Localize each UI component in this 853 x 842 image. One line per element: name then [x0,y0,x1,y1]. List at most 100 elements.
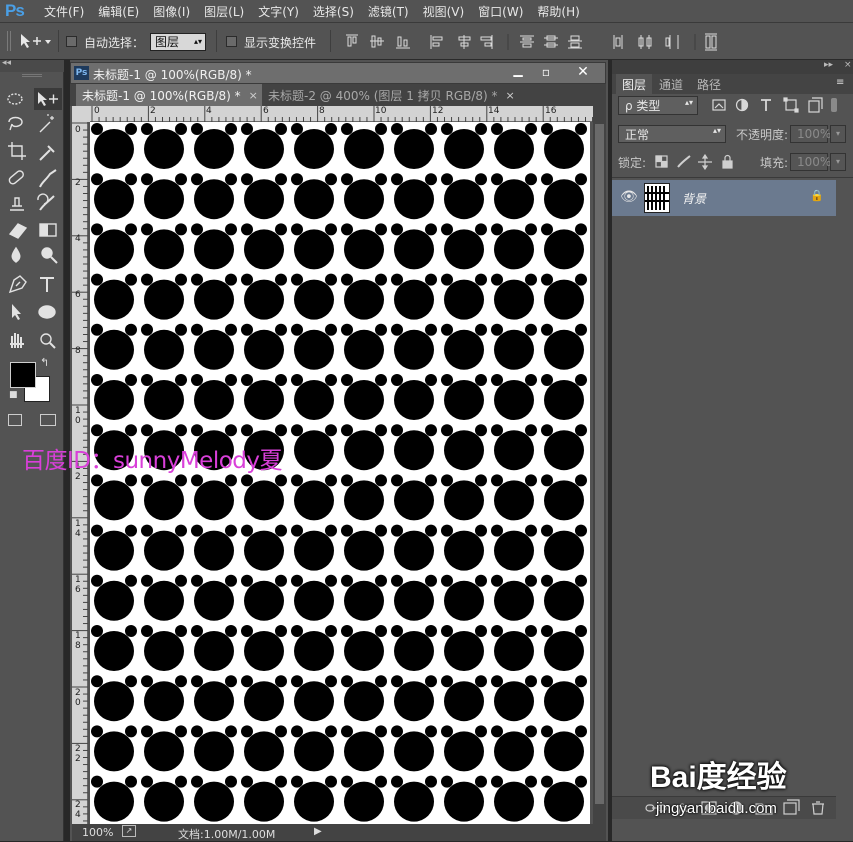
bear-head-shape [391,424,437,471]
menu-type[interactable]: 文字(Y) [258,3,299,20]
align-distribute-buttons[interactable] [340,33,840,51]
lock-icon: 🔒 [810,189,824,202]
menu-view[interactable]: 视图(V) [423,3,465,20]
menu-image[interactable]: 图像(I) [153,3,190,20]
menu-edit[interactable]: 编辑(E) [98,3,139,20]
bear-head-shape [541,273,587,320]
bear-head-shape [191,524,237,571]
lock-buttons[interactable] [654,154,736,170]
tab-document-2[interactable]: 未标题-2 @ 400% (图层 1 拷贝 RGB/8) * × [262,84,518,106]
chevron-down-icon[interactable]: ▾ [830,153,846,171]
menu-window[interactable]: 窗口(W) [478,3,523,20]
bear-head-shape [541,173,587,220]
chevron-down-icon[interactable]: ▾ [830,125,846,143]
bear-head-shape [491,273,537,320]
opacity-value: 100% [797,127,832,141]
status-bar: 100% ↗ 文档:1.00M/1.00M ▶ [72,824,606,841]
bear-head-shape [291,775,337,822]
auto-select-checkbox[interactable] [66,36,77,47]
bear-head-shape [441,173,487,220]
document-window-title: 未标题-1 @ 100%(RGB/8) * [93,68,252,82]
share-icon[interactable]: ↗ [122,825,136,837]
tools-panel-grip[interactable]: ◂◂ [0,58,64,72]
magic-wand-icon [39,114,54,133]
bear-head-shape [291,223,337,270]
document-size: 文档:1.00M/1.00M [178,828,276,841]
bear-head-shape [491,524,537,571]
bear-head-shape [541,775,587,822]
ruler-v-label: 1 6 [75,575,81,595]
bear-head-shape [291,273,337,320]
dodge-tool-icon [41,247,58,264]
bear-head-shape [541,424,587,471]
document-titlebar[interactable]: Ps 未标题-1 @ 100%(RGB/8) * ▁ ▫ ✕ [70,62,606,84]
menu-help[interactable]: 帮助(H) [537,3,579,20]
menu-filter[interactable]: 滤镜(T) [368,3,409,20]
bear-head-shape [241,474,287,521]
panel-grip[interactable]: ▸▸ × [612,60,853,74]
bear-head-shape [341,725,387,772]
status-menu-arrow-icon[interactable]: ▶ [314,826,322,837]
bear-head-shape [391,574,437,621]
close-icon[interactable]: × [506,89,515,102]
maximize-icon[interactable]: ▫ [533,65,559,83]
options-grip[interactable] [4,27,14,55]
layer-filter-kind[interactable]: ρ 类型 ▴▾ [618,96,698,115]
bear-head-shape [141,123,187,169]
opacity-input[interactable]: 100% [790,125,832,143]
ruler-horizontal[interactable]: 0 2 4 6 8 10 12 14 16 [90,106,593,122]
tab-layers[interactable]: 图层 [616,74,652,94]
ruler-v-label: 2 4 [75,800,81,820]
menu-file[interactable]: 文件(F) [44,3,84,20]
bear-head-shape [141,675,187,722]
bear-head-shape [291,323,337,370]
baidu-id-watermark: 百度ID：sunnyMelody夏 [22,448,283,474]
layer-row-background[interactable]: 👁 背景 🔒 [612,180,836,216]
zoom-level[interactable]: 100% [82,826,113,839]
swap-colors-icon[interactable]: ↰ [40,356,49,369]
tab-channels[interactable]: 通道 [652,74,690,94]
quick-mask-icon[interactable] [8,414,22,426]
scrollbar-thumb[interactable] [595,124,604,804]
close-icon[interactable]: × [249,89,258,102]
tab-paths[interactable]: 路径 [690,74,728,94]
screen-mode-icon[interactable] [40,414,56,426]
show-transform-checkbox[interactable] [226,36,237,47]
foreground-color-swatch[interactable] [10,362,36,388]
layer-filter-buttons[interactable] [710,96,840,116]
panel-menu-icon[interactable]: ≡ [836,77,844,88]
collapse-arrows-icon[interactable]: ◂◂ [2,58,11,68]
ruler-h-label: 12 [432,106,444,116]
bear-head-shape [541,123,587,169]
bear-head-shape [91,474,137,521]
bear-head-shape [491,725,537,772]
healing-brush-icon [8,170,24,185]
bear-head-shape [441,123,487,169]
opacity-label: 不透明度: [736,128,789,142]
menu-layer[interactable]: 图层(L) [204,3,244,20]
minimize-icon[interactable]: ▁ [505,63,531,83]
eye-icon[interactable]: 👁 [620,189,638,205]
blend-mode-value: 正常 [625,127,650,142]
menu-select[interactable]: 选择(S) [313,3,354,20]
lock-pixels-icon [677,155,691,168]
collapse-arrows-icon[interactable]: ▸▸ [824,60,833,70]
close-panel-icon[interactable]: × [844,60,852,70]
lock-transparent-icon [655,155,668,168]
default-colors-icon[interactable]: ■ [9,390,18,400]
bear-head-shape [91,223,137,270]
auto-select-dropdown[interactable]: 图层 ▴▾ [150,33,206,51]
move-tool-preset-picker[interactable] [18,31,54,51]
lock-position-icon [698,154,712,170]
blend-mode-dropdown[interactable]: 正常 ▴▾ [618,125,726,143]
fill-input[interactable]: 100% [790,153,831,171]
bear-head-shape [191,775,237,822]
ruler-v-label: 1 0 [75,406,81,426]
ruler-h-label: 2 [150,106,156,116]
close-window-icon[interactable]: ✕ [565,64,601,82]
bear-head-shape [391,273,437,320]
ruler-origin[interactable] [72,106,90,122]
bear-head-shape [541,524,587,571]
layer-thumbnail [644,183,670,213]
tab-document-1[interactable]: 未标题-1 @ 100%(RGB/8) * × [76,84,262,106]
